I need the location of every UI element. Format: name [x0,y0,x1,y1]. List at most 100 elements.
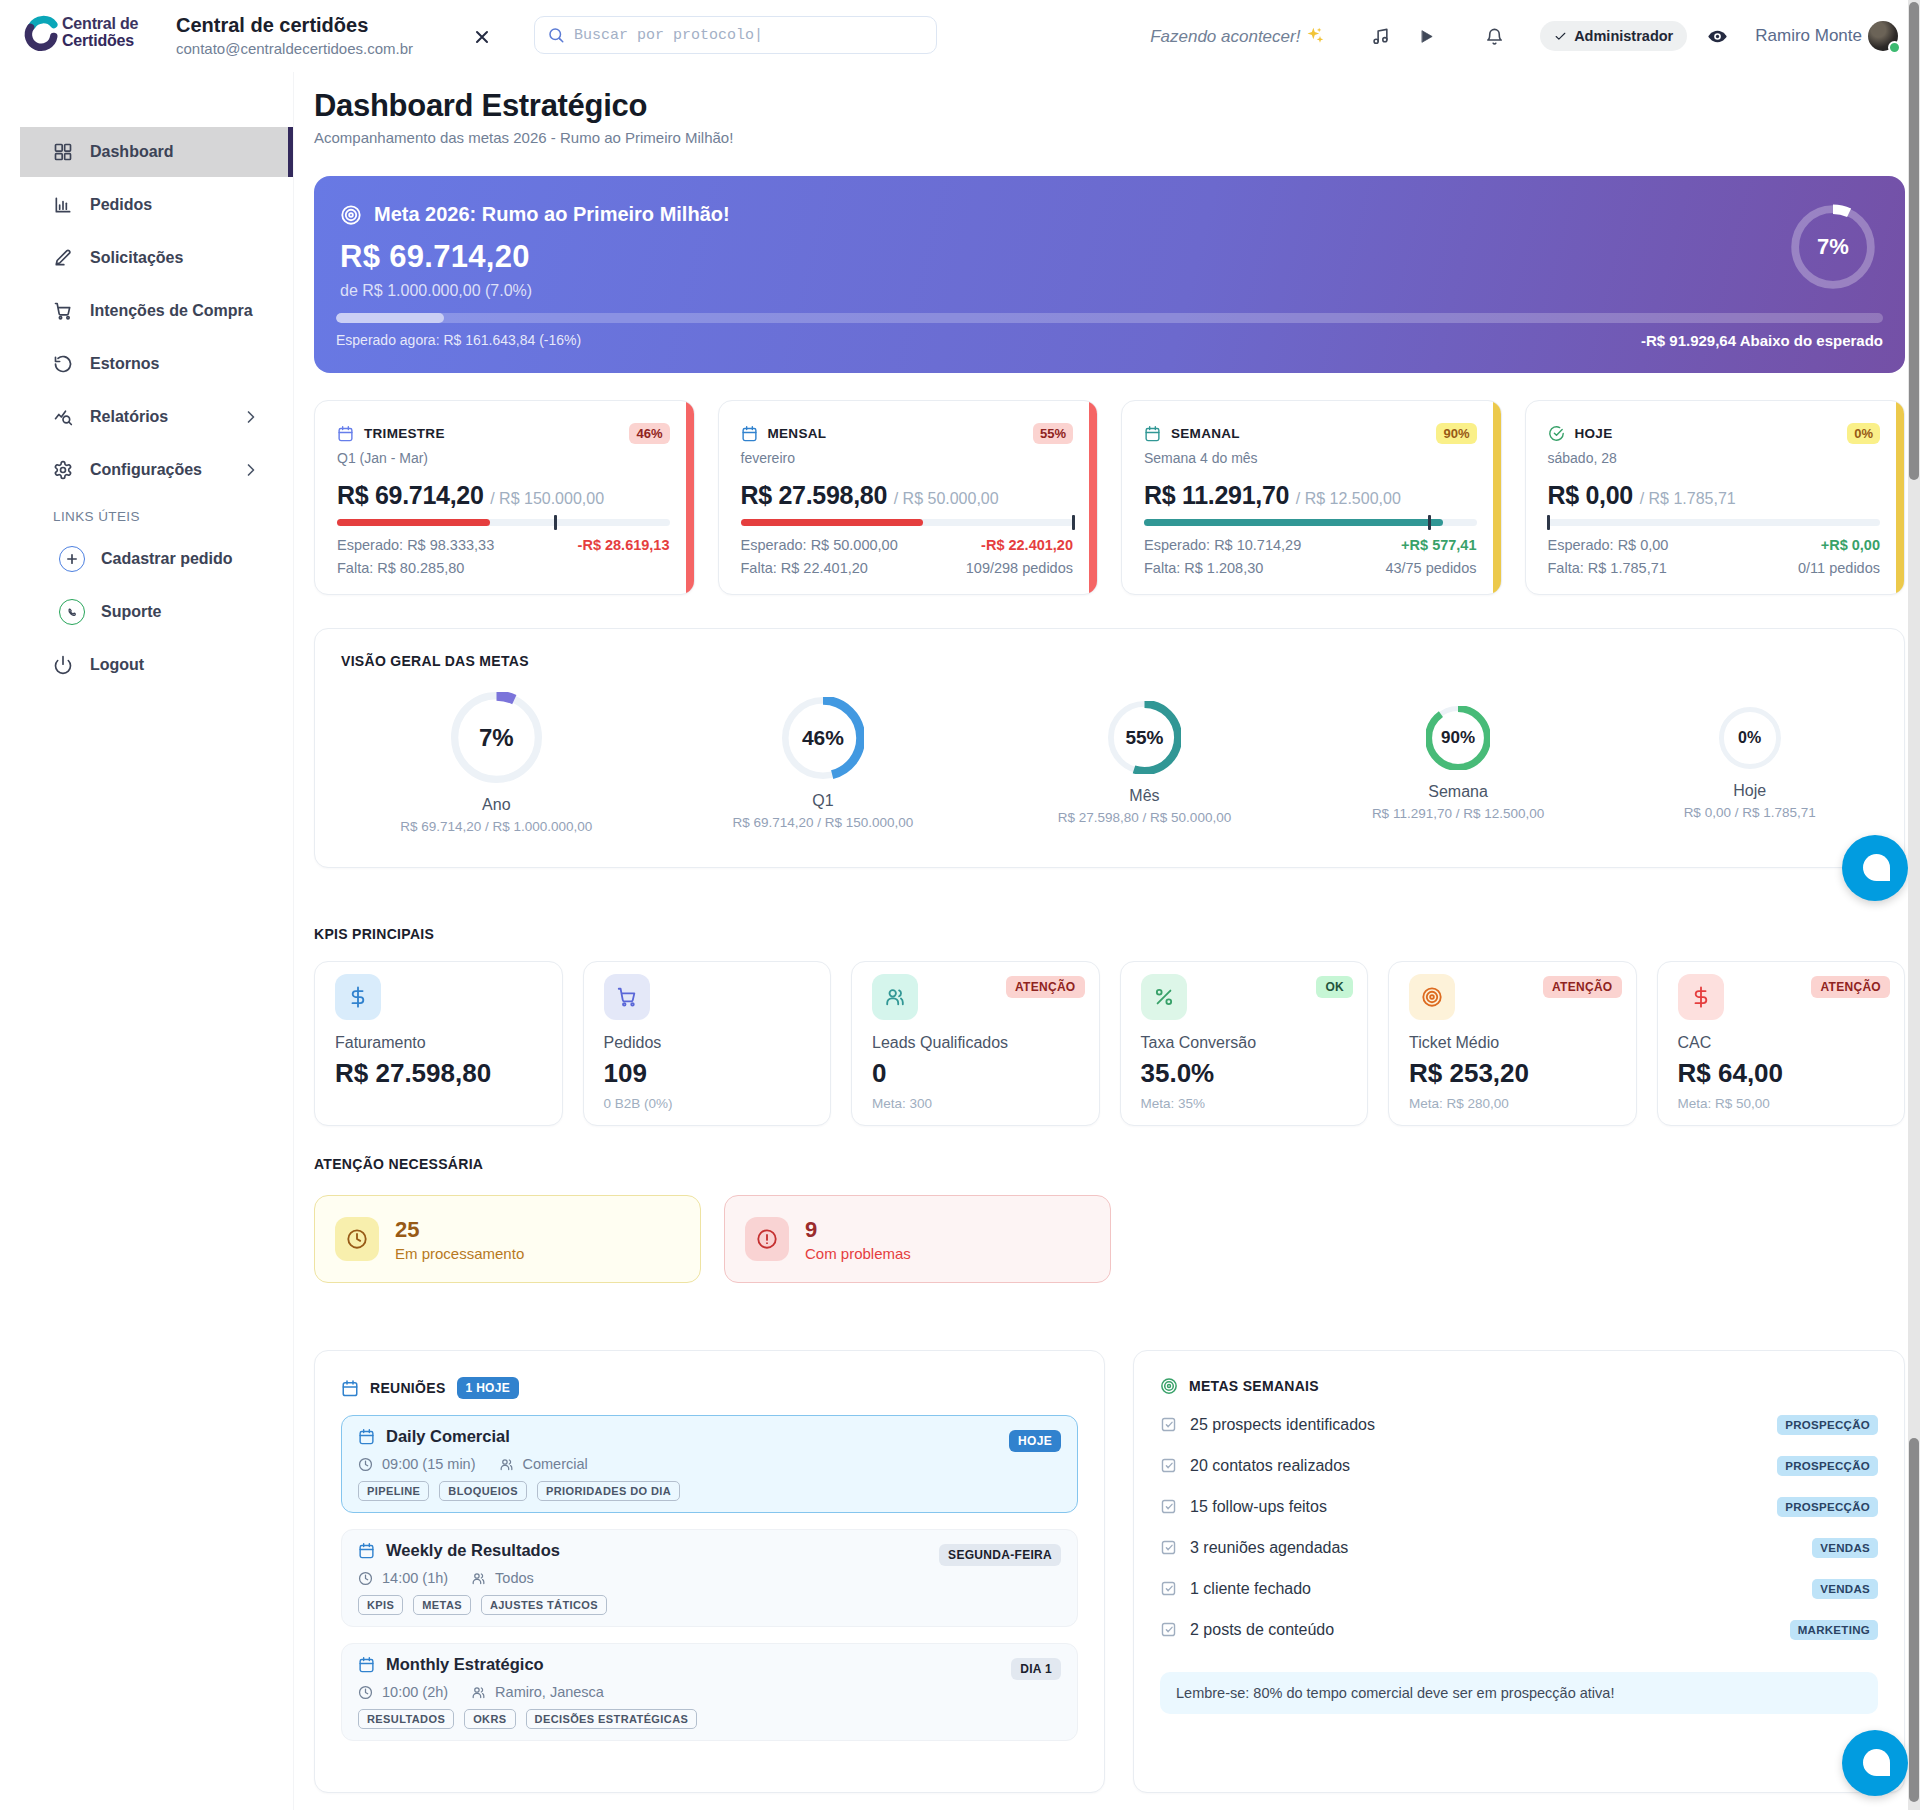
meetings-count-badge: 1 HOJE [457,1377,520,1399]
sidebar-item-suporte[interactable]: Suporte [20,587,293,637]
alert-com-problemas[interactable]: 9 Com problemas [724,1195,1111,1283]
sidebar-item-estornos[interactable]: Estornos [20,339,293,389]
page-title: Dashboard Estratégico [314,88,647,124]
meta-banner: Meta 2026: Rumo ao Primeiro Milhão! R$ 6… [314,176,1905,373]
check-icon [1554,30,1567,43]
whatsapp-icon [59,599,85,625]
app-title: Central de certidões [176,14,413,37]
checkbox-icon [1160,1416,1177,1433]
goal-item[interactable]: 1 cliente fechado VENDAS [1160,1568,1878,1609]
clock-icon [358,1685,373,1700]
goals-overview-card: VISÃO GERAL DAS METAS 7% Ano R$ 69.714,2… [314,628,1905,868]
meeting-day-badge: DIA 1 [1011,1658,1061,1680]
alert-em-processamento[interactable]: 25 Em processamento [314,1195,701,1283]
attention-title: ATENÇÃO NECESSÁRIA [314,1156,483,1172]
meeting-tag: BLOQUEIOS [439,1481,527,1501]
music-icon[interactable] [1371,26,1390,45]
goal-item[interactable]: 15 follow-ups feitos PROSPECÇÃO [1160,1486,1878,1527]
sidebar-item-relatorios[interactable]: Relatórios [20,392,293,442]
play-icon[interactable] [1418,27,1435,45]
gauge-hoje: 0% Hoje R$ 0,00 / R$ 1.785,71 [1596,629,1903,869]
sidebar-item-pedidos[interactable]: Pedidos [20,180,293,230]
calendar-icon [358,1656,375,1673]
goal-item[interactable]: 3 reuniões agendadas VENDAS [1160,1527,1878,1568]
checkbox-icon [1160,1498,1177,1515]
meeting-tag: PIPELINE [358,1481,429,1501]
chevron-right-icon [241,407,261,427]
banner-delta: -R$ 91.929,64 Abaixo do esperado [1641,332,1883,349]
meetings-title: REUNIÕES [370,1380,446,1396]
sidebar-item-intencoes[interactable]: Intenções de Compra [20,286,293,336]
target-icon [340,204,362,226]
top-header: Central de Certidões Central de certidõe… [0,0,1920,72]
banner-progress [336,313,1883,323]
scrollbar-thumb[interactable] [1909,2,1919,480]
goal-item[interactable]: 20 contatos realizados PROSPECÇÃO [1160,1445,1878,1486]
meeting-monthly-estrategico[interactable]: Monthly Estratégico DIA 1 10:00 (2h) Ram… [341,1643,1078,1741]
calendar-icon [1144,425,1161,442]
links-uteis-label: LINKS ÚTEIS [53,509,293,524]
card-edge-stripe [686,401,694,594]
search-placeholder: Buscar por protocolo| [574,27,763,44]
meetings-card: REUNIÕES 1 HOJE Daily Comercial HOJE 09:… [314,1350,1105,1793]
bell-icon[interactable] [1485,26,1504,45]
meeting-day-badge: HOJE [1009,1430,1061,1452]
meeting-tag: KPIS [358,1595,403,1615]
status-badge: ATENÇÃO [1811,976,1890,998]
gauge-semana: 90% Semana R$ 11.291,70 / R$ 12.500,00 [1305,629,1612,869]
checkbox-icon [1160,1621,1177,1638]
meeting-daily-comercial[interactable]: Daily Comercial HOJE 09:00 (15 min) Come… [341,1415,1078,1513]
pct-badge: 90% [1436,423,1476,444]
role-selector[interactable]: Administrador [1540,21,1687,51]
weekly-goals-card: METAS SEMANAIS 25 prospects identificado… [1133,1350,1905,1793]
status-badge: ATENÇÃO [1543,976,1622,998]
sidebar-item-cadastrar-pedido[interactable]: Cadastrar pedido [20,534,293,584]
goal-category-badge: PROSPECÇÃO [1777,1456,1878,1476]
chevron-right-icon [241,460,261,480]
progress-bar [337,519,670,526]
banner-value: R$ 69.714,20 [340,239,1879,275]
users-icon [499,1457,514,1472]
chat-button[interactable] [1842,1730,1908,1796]
kpi-leads: ATENÇÃO Leads Qualificados 0 Meta: 300 [851,961,1100,1126]
chat-button[interactable] [1842,835,1908,901]
eye-icon[interactable] [1707,26,1728,47]
users-icon [872,974,918,1020]
dashboard-icon [53,142,73,162]
avatar[interactable] [1868,21,1898,51]
logout-icon [53,655,73,675]
goal-item[interactable]: 25 prospects identificados PROSPECÇÃO [1160,1404,1878,1445]
goal-item[interactable]: 2 posts de conteúdo MARKETING [1160,1609,1878,1650]
meeting-tag: DECISÕES ESTRATÉGICAS [526,1709,698,1729]
chat-icon [1863,1749,1890,1776]
search-input[interactable]: Buscar por protocolo| [534,16,937,54]
period-card-semanal: SEMANAL 90% Semana 4 do mês R$ 11.291,70… [1121,400,1502,595]
brand-logo-icon [23,12,59,62]
sidebar-item-solicitacoes[interactable]: Solicitações [20,233,293,283]
kpis-title: KPIS PRINCIPAIS [314,926,434,942]
progress-bar [1144,519,1477,526]
sidebar-item-configuracoes[interactable]: Configurações [20,445,293,495]
scrollbar-thumb[interactable] [1909,1438,1919,1802]
sparkles-icon [1305,26,1325,46]
cart-icon [604,974,650,1020]
banner-of-line: de R$ 1.000.000,00 (7.0%) [340,282,1879,300]
clock-icon [358,1457,373,1472]
dollar-icon [335,974,381,1020]
sidebar-item-dashboard[interactable]: Dashboard [20,127,293,177]
banner-expected: Esperado agora: R$ 161.643,84 (-16%) [336,332,581,349]
card-edge-stripe [1089,401,1097,594]
sidebar-item-logout[interactable]: Logout [20,640,293,690]
close-icon[interactable] [472,27,492,47]
plus-circle-icon [59,546,85,572]
kpi-ticket-medio: ATENÇÃO Ticket Médio R$ 253,20 Meta: R$ … [1388,961,1637,1126]
status-badge: ATENÇÃO [1006,976,1085,998]
meeting-weekly-resultados[interactable]: Weekly de Resultados SEGUNDA-FEIRA 14:00… [341,1529,1078,1627]
clock-icon [335,1217,379,1261]
weekly-goals-title: METAS SEMANAIS [1189,1378,1319,1394]
progress-bar [1548,519,1881,526]
undo-icon [53,354,73,374]
goal-category-badge: PROSPECÇÃO [1777,1497,1878,1517]
scrollbar[interactable] [1908,0,1920,1810]
brand-wordmark: Central de Certidões [62,15,138,49]
